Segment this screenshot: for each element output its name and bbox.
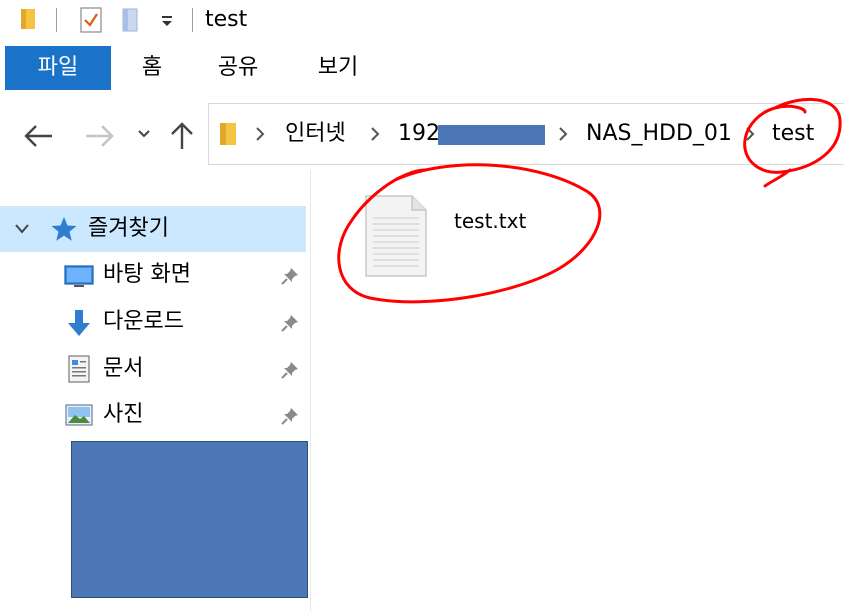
text-file-icon bbox=[365, 195, 427, 277]
sidebar-item-pictures[interactable]: 사진 bbox=[0, 392, 306, 438]
breadcrumb-separator-icon[interactable] bbox=[744, 125, 756, 143]
pictures-icon bbox=[65, 404, 93, 426]
star-icon bbox=[51, 217, 77, 241]
up-arrow-icon[interactable] bbox=[170, 121, 194, 151]
breadcrumb-separator-icon[interactable] bbox=[254, 125, 266, 143]
tab-share[interactable]: 공유 bbox=[213, 46, 263, 90]
forward-arrow-icon[interactable] bbox=[84, 122, 116, 150]
customize-toolbar-dropdown-icon[interactable] bbox=[160, 14, 174, 28]
desktop-icon bbox=[64, 265, 94, 287]
breadcrumb-test[interactable]: test bbox=[772, 120, 814, 148]
pin-icon[interactable] bbox=[280, 360, 300, 380]
toolbar-separator bbox=[192, 8, 193, 32]
expand-chevron-icon[interactable] bbox=[14, 222, 30, 236]
sidebar-item-label: 다운로드 bbox=[103, 309, 184, 334]
pin-icon[interactable] bbox=[280, 313, 300, 333]
breadcrumb-host[interactable]: 192 bbox=[398, 120, 440, 148]
sidebar-item-downloads[interactable]: 다운로드 bbox=[0, 299, 306, 345]
download-icon bbox=[68, 310, 90, 336]
recent-locations-chevron-icon[interactable] bbox=[137, 127, 151, 141]
ribbon-tabs: 파일 홈 공유 보기 bbox=[0, 46, 844, 92]
toolbar-separator bbox=[56, 8, 57, 32]
navigation-pane: 즐겨찾기 바탕 화면 다운로드 문서 사진 bbox=[0, 170, 311, 611]
sidebar-item-desktop[interactable]: 바탕 화면 bbox=[0, 252, 306, 298]
documents-icon bbox=[68, 355, 90, 383]
window-title: test bbox=[205, 7, 248, 32]
address-bar[interactable]: 인터넷 192 NAS_HDD_01 test bbox=[208, 103, 844, 165]
sidebar-item-label: 사진 bbox=[103, 402, 144, 427]
folder-icon[interactable] bbox=[20, 7, 36, 31]
breadcrumb-internet[interactable]: 인터넷 bbox=[285, 120, 346, 148]
redaction-box bbox=[438, 125, 545, 145]
file-item[interactable]: test.txt bbox=[360, 190, 560, 290]
sidebar-item-documents[interactable]: 문서 bbox=[0, 346, 306, 392]
redaction-box bbox=[71, 441, 308, 598]
sidebar-item-quick-access[interactable]: 즐겨찾기 bbox=[0, 206, 306, 252]
tab-file[interactable]: 파일 bbox=[5, 46, 111, 90]
properties-check-icon[interactable] bbox=[80, 7, 102, 33]
breadcrumb-separator-icon[interactable] bbox=[557, 125, 569, 143]
breadcrumb-separator-icon[interactable] bbox=[369, 125, 381, 143]
back-arrow-icon[interactable] bbox=[22, 122, 54, 150]
pin-icon[interactable] bbox=[280, 406, 300, 426]
file-name: test.txt bbox=[454, 209, 527, 233]
file-explorer-window: test 파일 홈 공유 보기 인터넷 192 NAS_HDD_01 test … bbox=[0, 0, 844, 611]
title-bar: test bbox=[0, 0, 844, 40]
sidebar-item-label: 바탕 화면 bbox=[103, 262, 191, 287]
tab-home[interactable]: 홈 bbox=[137, 46, 167, 90]
sidebar-item-label: 문서 bbox=[103, 356, 144, 381]
new-folder-icon[interactable] bbox=[122, 7, 138, 33]
pin-icon[interactable] bbox=[280, 266, 300, 286]
sidebar-item-label: 즐겨찾기 bbox=[88, 216, 169, 241]
tab-view[interactable]: 보기 bbox=[313, 46, 363, 90]
breadcrumb-nas-hdd[interactable]: NAS_HDD_01 bbox=[586, 120, 732, 148]
folder-icon bbox=[220, 123, 236, 145]
